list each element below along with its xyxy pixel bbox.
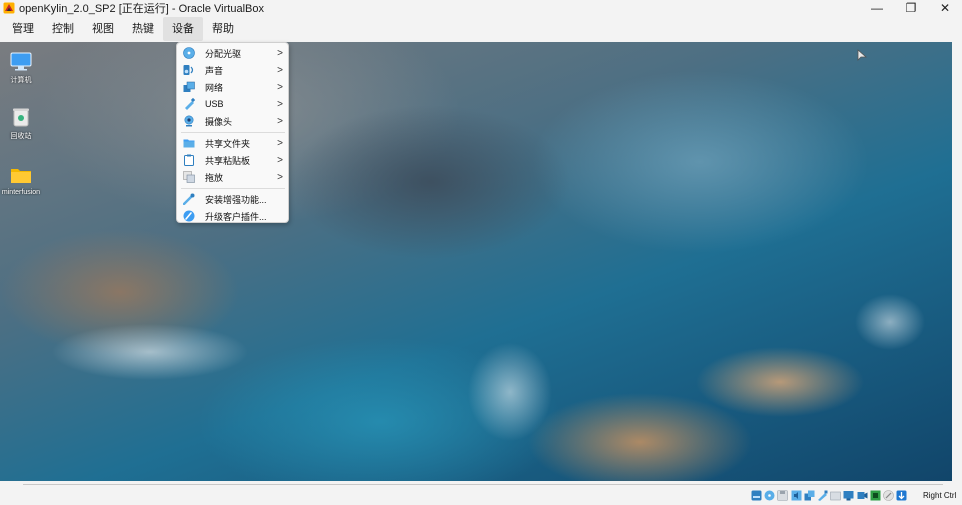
submenu-arrow-icon: >: [277, 137, 283, 149]
optical-disc-icon: [183, 47, 195, 59]
menu-item-upgrade-guest-additions[interactable]: 升级客户插件...: [177, 208, 288, 224]
network-icon[interactable]: [804, 490, 815, 501]
wallpaper-surf: [0, 232, 300, 442]
cpu-icon[interactable]: [870, 490, 881, 501]
menu-item-network[interactable]: 网络 >: [177, 79, 288, 95]
menu-item-label: 共享文件夹: [205, 138, 251, 149]
webcam-icon: [184, 115, 194, 127]
host-key-label: Right Ctrl: [923, 491, 957, 500]
menu-item-webcams[interactable]: 摄像头 >: [177, 113, 288, 129]
menu-item-label: 安装增强功能...: [205, 194, 267, 205]
folder-icon: [11, 169, 31, 183]
menu-separator: [181, 188, 285, 189]
floppy-icon[interactable]: [777, 490, 789, 501]
menu-item-shared-clipboard[interactable]: 共享粘贴板 >: [177, 152, 288, 168]
menu-separator: [181, 132, 285, 133]
close-button[interactable]: ✕: [928, 0, 962, 16]
window-controls: — ❐ ✕: [860, 0, 962, 16]
audio-icon[interactable]: [791, 490, 802, 501]
recording-icon[interactable]: [857, 490, 868, 501]
menu-item-usb[interactable]: USB >: [177, 96, 288, 112]
shared-folder-icon: [183, 139, 195, 148]
menu-item-label: 声音: [205, 65, 224, 76]
menu-manage[interactable]: 管理: [3, 17, 43, 41]
menu-item-install-guest-additions[interactable]: 安装增强功能...: [177, 191, 288, 207]
guest-mouse-cursor: [857, 49, 867, 61]
hard-disk-icon[interactable]: [751, 490, 762, 501]
mouse-integration-icon[interactable]: [883, 490, 894, 501]
computer-icon: [10, 52, 32, 71]
menu-help[interactable]: 帮助: [203, 17, 243, 41]
virtualbox-app-icon: [3, 2, 15, 14]
status-bar-divider: [23, 484, 943, 485]
clipboard-icon: [184, 154, 194, 166]
menu-item-shared-folders[interactable]: 共享文件夹 >: [177, 135, 288, 151]
wallpaper-surf: [820, 272, 950, 382]
minimize-button[interactable]: —: [860, 0, 894, 16]
desktop-icon-computer[interactable]: 计算机: [0, 50, 45, 85]
submenu-arrow-icon: >: [277, 81, 283, 93]
submenu-arrow-icon: >: [277, 47, 283, 59]
upgrade-additions-icon: [183, 210, 195, 222]
submenu-arrow-icon: >: [277, 98, 283, 110]
desktop-icon-folder[interactable]: minterfusion: [0, 164, 45, 196]
title-bar: openKylin_2.0_SP2 [正在运行] - Oracle Virtua…: [0, 0, 962, 16]
status-indicators: [751, 490, 909, 501]
menu-item-label: 网络: [205, 82, 224, 93]
display-icon[interactable]: [843, 490, 854, 501]
desktop-icon-label: 计算机: [10, 77, 32, 84]
menu-item-label: 共享粘贴板: [205, 155, 251, 166]
submenu-arrow-icon: >: [277, 115, 283, 127]
menu-control[interactable]: 控制: [43, 17, 83, 41]
optical-disc-icon[interactable]: [764, 490, 775, 501]
menu-item-optical-drives[interactable]: 分配光驱 >: [177, 45, 288, 61]
submenu-arrow-icon: >: [277, 64, 283, 76]
desktop-icon-label: 回收站: [10, 133, 32, 140]
desktop-icon-label: minterfusion: [1, 189, 41, 196]
submenu-arrow-icon: >: [277, 171, 283, 183]
menu-item-drag-and-drop[interactable]: 拖放 >: [177, 169, 288, 185]
drag-drop-icon: [183, 171, 195, 183]
menu-item-label: 升级客户插件...: [205, 211, 267, 222]
menu-bar: 管理 控制 视图 热键 设备 帮助: [0, 16, 962, 42]
desktop-icon-trash[interactable]: 回收站: [0, 106, 45, 141]
window-title: openKylin_2.0_SP2 [正在运行] - Oracle Virtua…: [19, 3, 264, 15]
usb-icon[interactable]: [817, 490, 828, 501]
menu-item-label: USB: [205, 99, 224, 109]
submenu-arrow-icon: >: [277, 154, 283, 166]
menu-hotkeys[interactable]: 热键: [123, 17, 163, 41]
menu-item-label: 分配光驱: [205, 48, 242, 59]
shared-folder-icon[interactable]: [830, 490, 841, 501]
menu-view[interactable]: 视图: [83, 17, 123, 41]
audio-icon: [183, 65, 194, 75]
guest-additions-icon: [183, 193, 195, 205]
restore-button[interactable]: ❐: [894, 0, 928, 16]
arrow-down-icon[interactable]: [896, 490, 907, 501]
devices-dropdown-menu: 分配光驱 > 声音 > 网络 > USB > 摄像头 > 共享文件夹 > 共享粘…: [176, 42, 289, 223]
menu-item-audio[interactable]: 声音 >: [177, 62, 288, 78]
trash-icon: [13, 108, 29, 127]
status-bar: Right Ctrl: [0, 481, 962, 505]
menu-item-label: 摄像头: [205, 116, 233, 127]
wallpaper-surf: [430, 322, 610, 472]
menu-item-label: 拖放: [205, 172, 224, 183]
usb-icon: [185, 98, 195, 110]
guest-display[interactable]: 计算机 回收站 minterfusion: [0, 42, 952, 481]
network-icon: [183, 81, 195, 92]
menu-devices[interactable]: 设备: [163, 17, 203, 41]
